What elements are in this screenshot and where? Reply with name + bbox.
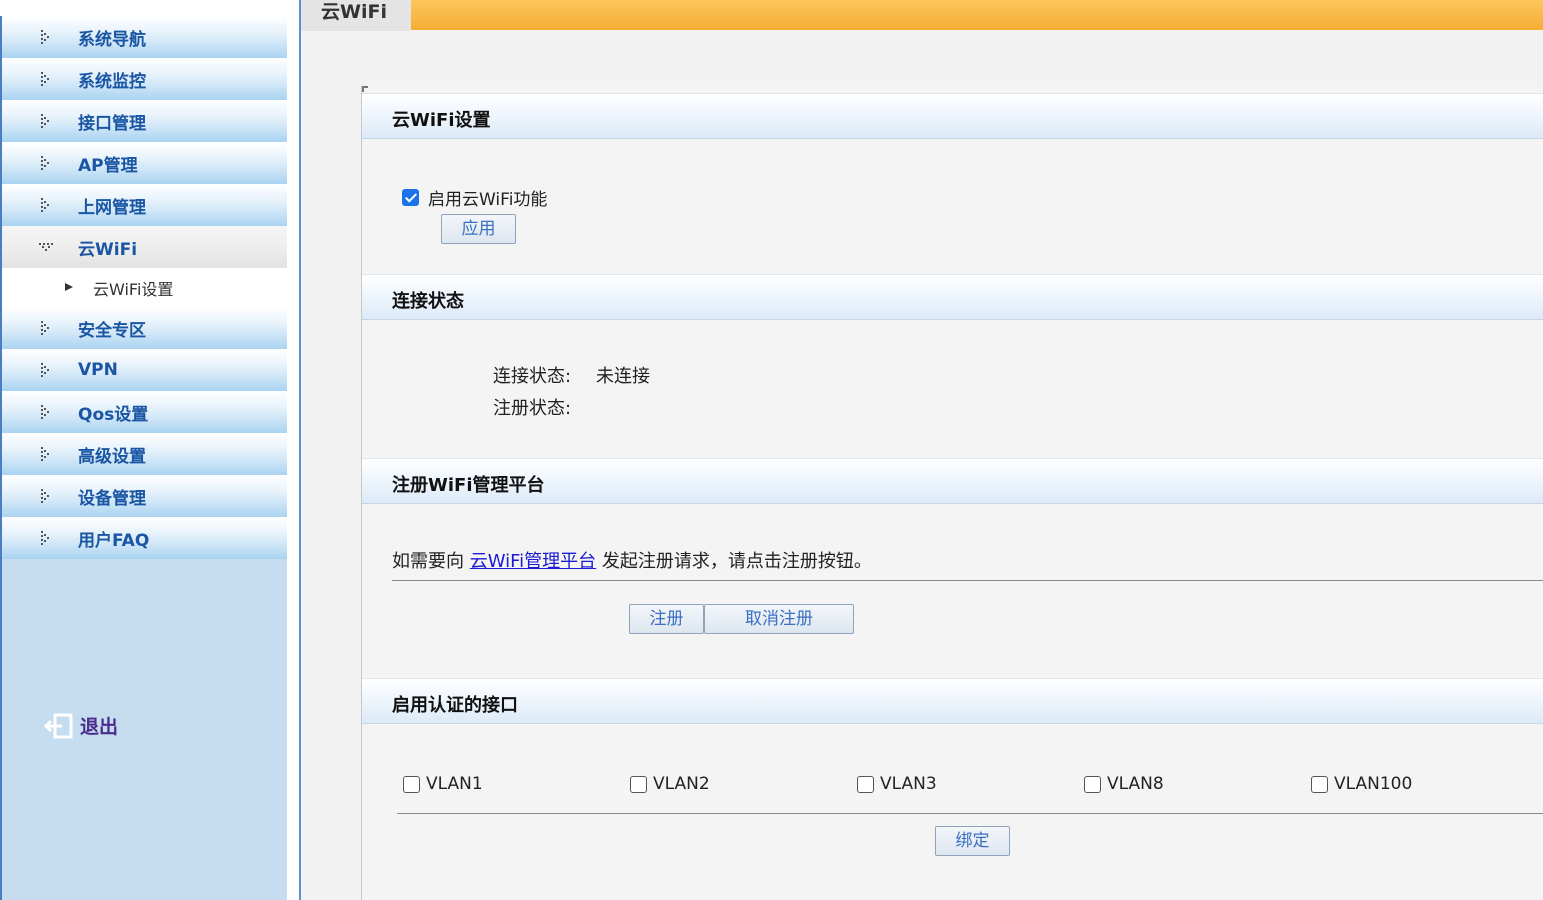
- sidebar-item-label: 云WiFi: [78, 239, 138, 260]
- collapse-arrow-icon: [39, 243, 53, 251]
- vlan-label: VLAN3: [880, 774, 937, 794]
- expand-arrow-icon: [41, 363, 49, 377]
- sidebar-menu: 系统导航 系统监控 接口管理 AP管理 上网管理 云WiFi 云WiFi设置 安…: [0, 16, 287, 900]
- sidebar-item-label: 接口管理: [78, 113, 146, 134]
- vlan-checkbox[interactable]: [630, 775, 647, 793]
- expand-arrow-icon: [41, 114, 49, 128]
- sidebar-subitem-cloud-wifi-settings[interactable]: 云WiFi设置: [2, 268, 287, 307]
- register-text-before: 如需要向: [392, 551, 464, 572]
- sidebar-item-qos[interactable]: Qos设置: [2, 391, 287, 433]
- sidebar-item-faq[interactable]: 用户FAQ: [2, 517, 287, 559]
- sidebar-item-system-nav[interactable]: 系统导航: [2, 16, 287, 58]
- sidebar-item-device[interactable]: 设备管理: [2, 475, 287, 517]
- divider: [392, 580, 1543, 581]
- vlan-checkbox[interactable]: [403, 775, 420, 793]
- sidebar-item-vpn[interactable]: VPN: [2, 349, 287, 391]
- expand-arrow-icon: [41, 489, 49, 503]
- tab-cloud-wifi[interactable]: 云WiFi: [301, 0, 411, 31]
- connection-status-value: 未连接: [596, 366, 650, 387]
- triangle-right-icon: [65, 283, 73, 291]
- sidebar-item-interface[interactable]: 接口管理: [2, 100, 287, 142]
- vlan-label: VLAN8: [1107, 774, 1164, 794]
- expand-arrow-icon: [41, 156, 49, 170]
- expand-arrow-icon: [41, 531, 49, 545]
- vlan-label: VLAN1: [426, 774, 483, 794]
- register-text-after: 发起注册请求，请点击注册按钮。: [601, 551, 872, 572]
- sidebar-item-label: Qos设置: [78, 404, 149, 425]
- interface-vlan2: VLAN2: [630, 774, 710, 794]
- sidebar-item-cloud-wifi[interactable]: 云WiFi: [2, 226, 287, 268]
- connection-status-label: 连接状态:: [493, 366, 572, 387]
- corner-mark: [362, 86, 368, 92]
- sidebar-subitem-label: 云WiFi设置: [93, 279, 174, 299]
- logout-button[interactable]: 退出: [44, 712, 118, 739]
- logout-icon: [44, 713, 73, 738]
- sidebar: 系统导航 系统监控 接口管理 AP管理 上网管理 云WiFi 云WiFi设置 安…: [0, 0, 300, 900]
- vlan-checkbox[interactable]: [1084, 775, 1101, 793]
- sidebar-item-label: 上网管理: [78, 197, 146, 218]
- register-button[interactable]: 注册: [629, 604, 704, 634]
- sidebar-item-label: 安全专区: [78, 320, 146, 341]
- section-title: 启用认证的接口: [392, 695, 518, 716]
- main-panel: 云WiFi 云WiFi设置 启用云WiFi功能 应用 连接状态 连接状态: 未连…: [301, 0, 1543, 900]
- logout-label: 退出: [80, 716, 119, 738]
- vlan-label: VLAN2: [653, 774, 710, 794]
- sidebar-item-label: 系统监控: [78, 71, 146, 92]
- vlan-label: VLAN100: [1334, 774, 1413, 794]
- expand-arrow-icon: [41, 447, 49, 461]
- content-area: 云WiFi设置 启用云WiFi功能 应用 连接状态 连接状态: 未连接 注册状态…: [361, 86, 1543, 900]
- section-header-register: 注册WiFi管理平台: [362, 458, 1543, 504]
- top-bar: [301, 0, 1543, 30]
- section-header-interfaces: 启用认证的接口: [362, 678, 1543, 724]
- sidebar-item-security[interactable]: 安全专区: [2, 307, 287, 349]
- enable-cloud-wifi-label: 启用云WiFi功能: [428, 190, 548, 210]
- vlan-checkbox[interactable]: [857, 775, 874, 793]
- apply-button[interactable]: 应用: [441, 214, 516, 244]
- vlan-checkbox[interactable]: [1311, 775, 1328, 793]
- section-title: 云WiFi设置: [392, 110, 491, 131]
- sidebar-item-label: 设备管理: [78, 488, 146, 509]
- expand-arrow-icon: [41, 321, 49, 335]
- section-title: 连接状态: [392, 291, 464, 312]
- register-instructions: 如需要向 云WiFi管理平台 发起注册请求，请点击注册按钮。: [392, 547, 872, 573]
- cloud-wifi-platform-link[interactable]: 云WiFi管理平台: [470, 551, 596, 572]
- sidebar-item-advanced[interactable]: 高级设置: [2, 433, 287, 475]
- interface-vlan1: VLAN1: [403, 774, 483, 794]
- enable-cloud-wifi-checkbox[interactable]: [402, 189, 419, 206]
- unregister-button[interactable]: 取消注册: [704, 604, 854, 634]
- expand-arrow-icon: [41, 198, 49, 212]
- sidebar-item-label: AP管理: [78, 155, 138, 176]
- register-status-label: 注册状态:: [493, 398, 572, 419]
- sidebar-item-label: 系统导航: [78, 29, 146, 50]
- divider: [397, 813, 1543, 814]
- sidebar-item-ap[interactable]: AP管理: [2, 142, 287, 184]
- enable-cloud-wifi-row: 启用云WiFi功能: [402, 185, 547, 210]
- sidebar-item-system-monitor[interactable]: 系统监控: [2, 58, 287, 100]
- interface-vlan8: VLAN8: [1084, 774, 1164, 794]
- expand-arrow-icon: [41, 405, 49, 419]
- section-header-status: 连接状态: [362, 274, 1543, 320]
- expand-arrow-icon: [41, 30, 49, 44]
- sidebar-item-internet[interactable]: 上网管理: [2, 184, 287, 226]
- interface-vlan100: VLAN100: [1311, 774, 1412, 794]
- sidebar-item-label: 高级设置: [78, 446, 146, 467]
- bind-button[interactable]: 绑定: [935, 826, 1010, 856]
- sidebar-item-label: 用户FAQ: [78, 530, 150, 551]
- section-title: 注册WiFi管理平台: [392, 475, 545, 496]
- section-header-settings: 云WiFi设置: [362, 93, 1543, 139]
- sidebar-item-label: VPN: [78, 360, 118, 380]
- expand-arrow-icon: [41, 72, 49, 86]
- interface-vlan3: VLAN3: [857, 774, 937, 794]
